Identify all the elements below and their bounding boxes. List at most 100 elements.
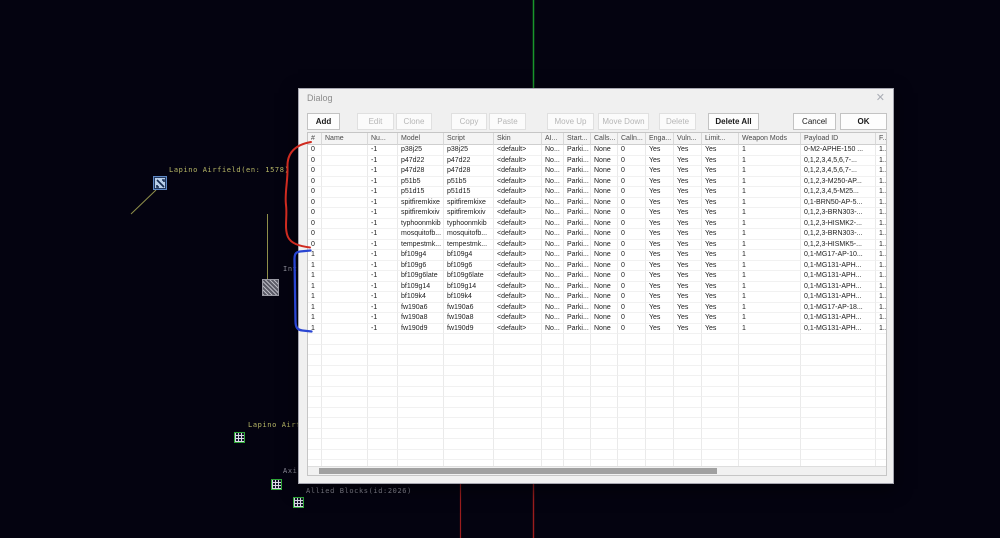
- table-cell: [702, 344, 739, 355]
- column-header[interactable]: Nu...: [368, 133, 398, 145]
- table-row[interactable]: 1 -1 bf109g4 bf109g4 <default> No... Parki... N…: [308, 250, 886, 261]
- table-row[interactable]: 0 -1 typhoonmkib typhoonmkib <default> No... P…: [308, 218, 886, 229]
- column-header[interactable]: Vuln...: [674, 133, 702, 145]
- table-cell: Yes: [674, 271, 702, 282]
- move-up-button[interactable]: Move Up: [547, 113, 594, 130]
- column-header[interactable]: Payload ID: [801, 133, 876, 145]
- table-cell: [444, 334, 494, 345]
- column-header[interactable]: Calln...: [618, 133, 646, 145]
- table-cell: [674, 386, 702, 397]
- table-row[interactable]: 1 -1 bf109g6 bf109g6 <default> No... Parki... N…: [308, 260, 886, 271]
- airfield-marker-icon[interactable]: [153, 176, 167, 190]
- table-cell: -1: [368, 250, 398, 261]
- table-cell: Yes: [646, 292, 674, 303]
- table-row[interactable]: 0 -1 tempestmk... tempestmk... <default> No..…: [308, 239, 886, 250]
- table-cell: [322, 271, 368, 282]
- paste-button[interactable]: Paste: [489, 113, 526, 130]
- scrollbar-thumb[interactable]: [319, 468, 717, 474]
- table-cell: 1: [308, 302, 322, 313]
- move-down-button[interactable]: Move Down: [598, 113, 649, 130]
- copy-button[interactable]: Copy: [451, 113, 487, 130]
- column-header[interactable]: Script: [444, 133, 494, 145]
- table-cell: Yes: [646, 250, 674, 261]
- table-cell: 1: [739, 155, 801, 166]
- table-row[interactable]: 1 -1 fw190a8 fw190a8 <default> No... Parki... N…: [308, 313, 886, 324]
- table-row[interactable]: 0 -1 p51b5 p51b5 <default> No... Parki... None 0…: [308, 176, 886, 187]
- table-cell: Parki...: [564, 176, 591, 187]
- table-row[interactable]: 1 -1 bf109g14 bf109g14 <default> No... Parki..…: [308, 281, 886, 292]
- table-cell: spitfiremkixe: [398, 197, 444, 208]
- column-header[interactable]: Weapon Mods: [739, 133, 801, 145]
- table-cell: Yes: [646, 323, 674, 334]
- table-cell: [591, 355, 618, 366]
- table-row[interactable]: 1 -1 bf109k4 bf109k4 <default> No... Parki... N…: [308, 292, 886, 303]
- table-cell: [322, 292, 368, 303]
- cancel-button[interactable]: Cancel: [793, 113, 836, 130]
- column-header[interactable]: Enga...: [646, 133, 674, 145]
- table-cell: Yes: [646, 155, 674, 166]
- column-header[interactable]: Model: [398, 133, 444, 145]
- table-row[interactable]: 1 -1 fw190d9 fw190d9 <default> No... Parki... N…: [308, 323, 886, 334]
- column-header[interactable]: Calls...: [591, 133, 618, 145]
- table-cell: Yes: [646, 271, 674, 282]
- block-marker-icon-3[interactable]: [293, 497, 304, 508]
- table-cell: [876, 429, 886, 439]
- hatched-area-marker-icon[interactable]: [262, 279, 279, 296]
- table-cell: -1: [368, 197, 398, 208]
- table-cell: 0: [308, 239, 322, 250]
- edit-button[interactable]: Edit: [357, 113, 394, 130]
- table-cell: Yes: [702, 145, 739, 156]
- table-cell: Parki...: [564, 323, 591, 334]
- dialog-titlebar[interactable]: Dialog ✕: [299, 89, 893, 109]
- column-header[interactable]: Skin: [494, 133, 542, 145]
- table-cell: 1...: [876, 313, 886, 324]
- table-cell: 0: [618, 166, 646, 177]
- ok-button[interactable]: OK: [840, 113, 887, 130]
- close-icon[interactable]: ✕: [876, 91, 885, 104]
- table-row[interactable]: 0 -1 spitfiremkxiv spitfiremkxiv <default> No…: [308, 208, 886, 219]
- column-header[interactable]: #: [308, 133, 322, 145]
- table-cell: 1: [739, 187, 801, 198]
- table-cell: [322, 239, 368, 250]
- table-cell: Yes: [646, 145, 674, 156]
- table-cell: <default>: [494, 176, 542, 187]
- block-marker-icon-1[interactable]: [234, 432, 245, 443]
- table-cell: [542, 397, 564, 408]
- table-row[interactable]: 1 -1 fw190a6 fw190a6 <default> No... Parki... N…: [308, 302, 886, 313]
- block-marker-icon-2[interactable]: [271, 479, 282, 490]
- table-cell: [702, 376, 739, 387]
- table-cell: [591, 344, 618, 355]
- table-row[interactable]: 0 -1 mosquitofb... mosquitofb... <default> No…: [308, 229, 886, 240]
- table-row[interactable]: 0 -1 p47d22 p47d22 <default> No... Parki... Non…: [308, 155, 886, 166]
- column-header[interactable]: AI...: [542, 133, 564, 145]
- horizontal-scrollbar[interactable]: [308, 466, 886, 475]
- table-cell: 1: [739, 302, 801, 313]
- table-cell: Parki...: [564, 208, 591, 219]
- table-row[interactable]: 0 -1 spitfiremkixe spitfiremkixe <default> No…: [308, 197, 886, 208]
- table-cell: [322, 229, 368, 240]
- table-cell: [308, 428, 322, 439]
- table-row[interactable]: 0 -1 p38j25 p38j25 <default> No... Parki... Non…: [308, 145, 886, 156]
- table-cell: [674, 449, 702, 460]
- column-header[interactable]: Limit...: [702, 133, 739, 145]
- table-cell: [674, 344, 702, 355]
- clone-button[interactable]: Clone: [396, 113, 432, 130]
- table-cell: bf109g4: [398, 250, 444, 261]
- table-cell: 1...: [876, 145, 886, 156]
- delete-all-button[interactable]: Delete All: [708, 113, 759, 130]
- column-header[interactable]: Start...: [564, 133, 591, 145]
- table-cell: Yes: [646, 229, 674, 240]
- table-cell: 1: [308, 323, 322, 334]
- delete-button[interactable]: Delete: [659, 113, 696, 130]
- table-cell: [739, 397, 801, 408]
- column-header[interactable]: F...: [876, 133, 886, 145]
- column-header[interactable]: Name: [322, 133, 368, 145]
- dialog-window: Dialog ✕ Add Edit Clone Copy Paste Move …: [298, 88, 894, 484]
- table-row[interactable]: 0 -1 p51d15 p51d15 <default> No... Parki... Non…: [308, 187, 886, 198]
- add-button[interactable]: Add: [307, 113, 340, 130]
- table-cell: [494, 407, 542, 418]
- table-cell: bf109g6late: [444, 271, 494, 282]
- table-row[interactable]: 1 -1 bf109g6late bf109g6late <default> No... P…: [308, 271, 886, 282]
- table-row[interactable]: 0 -1 p47d28 p47d28 <default> No... Parki... Non…: [308, 166, 886, 177]
- table-cell: [618, 376, 646, 387]
